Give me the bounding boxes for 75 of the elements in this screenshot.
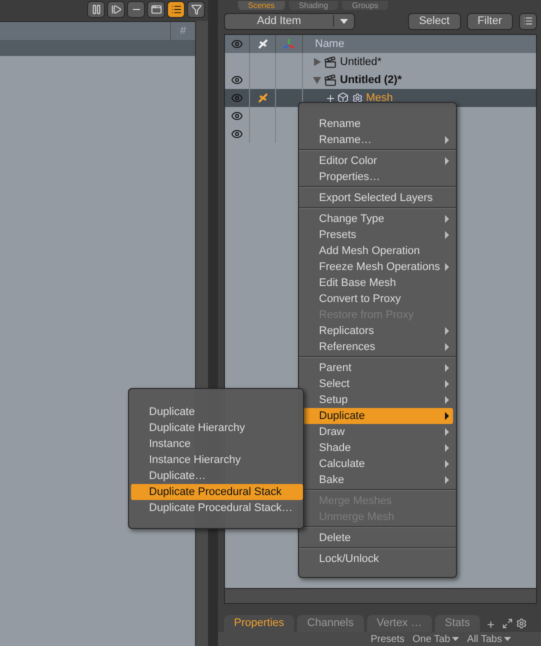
tab[interactable]: Properties xyxy=(224,615,294,632)
move-icon xyxy=(256,92,268,104)
item-row[interactable]: Untitled* xyxy=(225,53,536,71)
window-icon[interactable] xyxy=(147,0,165,18)
tab[interactable]: Channels xyxy=(297,615,364,632)
menu-item[interactable]: Select xyxy=(302,376,453,392)
tab[interactable]: Groups xyxy=(342,1,388,10)
menu-item[interactable]: Export Selected Layers xyxy=(302,190,453,206)
step-icon[interactable] xyxy=(107,0,125,18)
eye-icon[interactable] xyxy=(231,74,243,86)
eye-icon[interactable] xyxy=(231,110,243,122)
toolbar-button[interactable]: Select xyxy=(408,12,461,30)
filter-icon[interactable] xyxy=(187,0,205,18)
tab[interactable]: Scenes xyxy=(238,1,285,10)
dropdown[interactable]: One Tab xyxy=(412,634,460,644)
menu-item[interactable]: Properties… xyxy=(302,169,453,185)
menu-item[interactable]: Duplicate Procedural Stack xyxy=(131,484,303,500)
clapperboard-icon xyxy=(324,74,337,86)
list-icon[interactable] xyxy=(519,12,537,30)
menu-item[interactable]: Shade xyxy=(302,440,453,456)
menu-item[interactable]: Bake xyxy=(302,472,453,488)
menu-item[interactable]: References xyxy=(302,339,453,355)
menu-item[interactable]: Rename… xyxy=(302,132,453,148)
pause-icon[interactable] xyxy=(87,0,105,18)
menu-item[interactable]: Instance Hierarchy xyxy=(131,452,303,468)
cube-icon xyxy=(337,92,349,104)
dropdown[interactable]: Presets xyxy=(370,634,405,644)
tab[interactable]: Shading xyxy=(288,1,338,10)
caret-icon xyxy=(452,637,460,641)
menu-item[interactable]: Freeze Mesh Operations xyxy=(302,259,453,275)
list-icon[interactable] xyxy=(167,0,185,18)
menu-item[interactable]: Rename xyxy=(302,116,453,132)
menu-item[interactable]: Setup xyxy=(302,392,453,408)
collapsed-arrow-icon[interactable] xyxy=(313,58,321,66)
axes-icon xyxy=(283,38,295,50)
plus-icon xyxy=(327,94,334,102)
eye-icon[interactable] xyxy=(231,128,243,140)
menu-item[interactable]: Change Type xyxy=(302,211,453,227)
tab[interactable]: Vertex … xyxy=(366,615,432,632)
clapperboard-icon xyxy=(324,56,337,68)
eye-icon xyxy=(231,38,243,50)
menu-item[interactable]: Delete xyxy=(302,530,453,546)
menu-item[interactable]: Duplicate Hierarchy xyxy=(131,420,303,436)
menu-item[interactable]: Duplicate xyxy=(302,408,453,424)
item-name: Untitled (2)* xyxy=(340,74,402,86)
caret-icon xyxy=(340,18,348,24)
toolbar-button[interactable]: Filter xyxy=(466,12,513,30)
menu-item[interactable]: Duplicate Procedural Stack… xyxy=(131,500,303,516)
menu-item[interactable]: Presets xyxy=(302,227,453,243)
add-tab-button[interactable]: + xyxy=(482,617,499,632)
dropdown[interactable]: All Tabs xyxy=(467,634,511,644)
item-name: Untitled* xyxy=(340,56,382,68)
item-name: Mesh xyxy=(366,92,393,104)
menu-item[interactable]: Draw xyxy=(302,424,453,440)
maximize-icon[interactable] xyxy=(502,618,513,629)
menu-item[interactable]: Duplicate… xyxy=(131,468,303,484)
menu-item[interactable]: Edit Base Mesh xyxy=(302,275,453,291)
tab[interactable]: Stats xyxy=(434,615,480,632)
menu-item[interactable]: Editor Color xyxy=(302,153,453,169)
caret-icon xyxy=(504,637,511,641)
menu-item[interactable]: Calculate xyxy=(302,456,453,472)
settings-icon[interactable] xyxy=(516,618,527,629)
menu-item[interactable]: Instance xyxy=(131,436,303,452)
menu-item[interactable]: Parent xyxy=(302,360,453,376)
menu-item[interactable]: Lock/Unlock xyxy=(302,551,453,567)
expanded-arrow-icon[interactable] xyxy=(313,76,321,84)
menu-item[interactable]: Add Mesh Operation xyxy=(302,243,453,259)
bar-icon[interactable] xyxy=(127,0,145,18)
menu-item[interactable]: Duplicate xyxy=(131,404,303,420)
column-title: Name xyxy=(314,37,344,52)
add-item-button[interactable]: Add Item xyxy=(224,12,355,30)
move-icon xyxy=(256,38,268,50)
menu-item[interactable]: Replicators xyxy=(302,323,453,339)
menu-item[interactable]: Convert to Proxy xyxy=(302,291,453,307)
gear-icon xyxy=(352,92,363,104)
